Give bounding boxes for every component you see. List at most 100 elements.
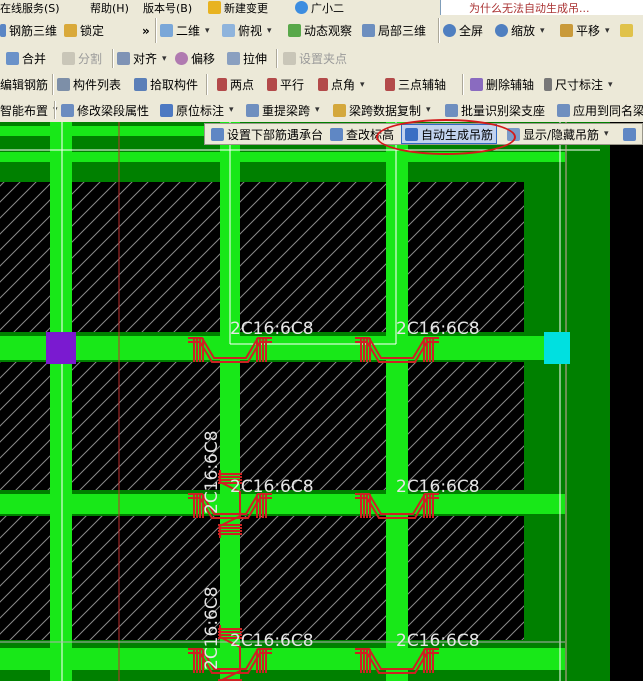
hanger-icon (405, 127, 418, 141)
fullscreen-button[interactable]: 全屏 (443, 15, 483, 46)
menu-assistant[interactable]: 广小二 (295, 0, 344, 15)
menu-help[interactable]: 帮助(H) (90, 0, 129, 15)
local-3d-button[interactable]: 局部三维 (362, 15, 426, 46)
orbit-icon (288, 24, 301, 37)
merge-icon (6, 52, 19, 65)
dynamic-view-button[interactable]: 动态观察 (288, 15, 352, 46)
two-points-button[interactable]: 两点 (217, 71, 254, 98)
parallel-icon (267, 78, 277, 91)
auto-generate-hanger-label: 自动生成吊筋 (421, 127, 494, 142)
show-hide-hanger-dropdown[interactable]: 显示/隐藏吊筋 (507, 124, 609, 144)
list-icon (57, 78, 70, 91)
align-dropdown[interactable]: 对齐 (117, 46, 167, 71)
zoom-label: 缩放 (511, 24, 536, 38)
question-box[interactable]: 为什么无法自动生成吊... (440, 0, 643, 15)
plan-drawing[interactable]: 2C16:6C8 2C16:6C8 2C16:6C8 2C16:6C8 2C16… (0, 122, 610, 681)
steel-3d-button[interactable]: 钢筋三维 (0, 15, 57, 46)
more-options-button[interactable] (623, 124, 636, 144)
span-copy-dropdown[interactable]: 梁跨数据复制 (333, 98, 431, 122)
merge-label: 合并 (22, 52, 47, 66)
menu-help-label: 帮助(H) (90, 1, 129, 15)
view-2d-label: 二维 (176, 24, 201, 38)
edit-rebar-button[interactable]: 编辑钢筋 (0, 71, 48, 98)
re-span-dropdown[interactable]: 重提梁跨 (246, 98, 320, 122)
rebar-label: 2C16:6C8 (230, 477, 314, 497)
local-3d-icon (362, 24, 375, 37)
elevation-icon (330, 127, 343, 141)
grip-icon (283, 52, 296, 65)
two-points-label: 两点 (230, 78, 255, 92)
pick-component-button[interactable]: 拾取构件 (134, 71, 198, 98)
modify-beam-attr-label: 修改梁段属性 (77, 103, 150, 118)
two-points-icon (217, 78, 227, 91)
apply-same-name-button[interactable]: 应用到同名梁 (557, 98, 643, 122)
set-bottom-rebar-button[interactable]: 设置下部筋遇承台 (211, 124, 323, 144)
zoom-dropdown[interactable]: 缩放 (495, 15, 545, 46)
top-view-dropdown[interactable]: 俯视 (222, 15, 272, 46)
dynamic-view-label: 动态观察 (304, 24, 353, 38)
toolbar-overflow-button[interactable]: » (142, 15, 150, 46)
three-point-aux-button[interactable]: 三点辅轴 (385, 71, 446, 98)
toolbar-separator (155, 18, 157, 43)
three-point-aux-label: 三点辅轴 (398, 78, 447, 92)
component-list-label: 构件列表 (73, 78, 122, 92)
dimension-dropdown[interactable]: 尺寸标注 (544, 71, 613, 98)
visibility-icon (507, 127, 520, 141)
menu-version[interactable]: 版本号(B) (143, 0, 192, 15)
refresh-button[interactable] (620, 15, 633, 46)
identify-icon (445, 103, 458, 117)
pick-icon (134, 78, 147, 91)
align-icon (117, 52, 130, 65)
menu-bar: 在线服务(S) 帮助(H) 版本号(B) 新建变更 广小二 为什么无法自动生成吊… (0, 0, 643, 15)
column-left[interactable] (46, 332, 76, 364)
angle-icon (318, 78, 328, 91)
overflow-label: » (142, 23, 150, 38)
dimension-icon (544, 78, 552, 91)
column-right[interactable] (544, 332, 570, 364)
check-elevation-button[interactable]: 查改标高 (330, 124, 394, 144)
delete-aux-button[interactable]: 删除辅轴 (470, 71, 534, 98)
batch-identify-button[interactable]: 批量识别梁支座 (445, 98, 545, 122)
beam-attr-icon (61, 103, 74, 117)
toolbar-separator (52, 74, 54, 95)
smart-layout-dropdown[interactable]: 智能布置 (0, 98, 58, 122)
drawing-canvas[interactable]: 2C16:6C8 2C16:6C8 2C16:6C8 2C16:6C8 2C16… (0, 122, 610, 681)
toolbar-separator (462, 74, 464, 95)
rebar-label: 2C16:6C8 (396, 319, 480, 339)
split-button[interactable]: 分割 (62, 46, 102, 71)
change-icon (208, 1, 221, 14)
component-list-button[interactable]: 构件列表 (57, 71, 121, 98)
set-bottom-rebar-label: 设置下部筋遇承台 (227, 127, 324, 142)
modify-beam-attr-button[interactable]: 修改梁段属性 (61, 98, 149, 122)
parallel-button[interactable]: 平行 (267, 71, 304, 98)
point-angle-dropdown[interactable]: 点角 (318, 71, 365, 98)
rebar-label-vertical: 2C16:6C8 (202, 586, 222, 670)
menu-new-change[interactable]: 新建变更 (208, 0, 268, 15)
menu-online-service[interactable]: 在线服务(S) (0, 0, 60, 15)
three-point-icon (385, 78, 395, 91)
set-grip-button[interactable]: 设置夹点 (283, 46, 347, 71)
lock-button[interactable]: 锁定 (64, 15, 104, 46)
view-2d-dropdown[interactable]: 二维 (160, 15, 210, 46)
refresh-icon (620, 24, 633, 37)
menu-new-change-label: 新建变更 (224, 1, 268, 15)
magnifier-icon (443, 24, 456, 37)
auto-generate-hanger-button[interactable]: 自动生成吊筋 (401, 124, 498, 144)
toolbar-separator (206, 74, 208, 95)
pan-dropdown[interactable]: 平移 (560, 15, 610, 46)
parallel-label: 平行 (280, 78, 305, 92)
apply-icon (557, 103, 570, 117)
zoom-icon (495, 24, 508, 37)
offset-button[interactable]: 偏移 (175, 46, 215, 71)
merge-button[interactable]: 合并 (6, 46, 46, 71)
eraser-icon (470, 78, 483, 91)
options-icon (623, 127, 636, 141)
rebar-label: 2C16:6C8 (396, 631, 480, 651)
pan-label: 平移 (576, 24, 601, 38)
in-place-label-dropdown[interactable]: 原位标注 (160, 98, 234, 122)
menu-assistant-label: 广小二 (311, 1, 344, 15)
align-label: 对齐 (133, 52, 158, 66)
question-text: 为什么无法自动生成吊... (469, 1, 590, 15)
menu-version-label: 版本号(B) (143, 1, 193, 15)
stretch-button[interactable]: 拉伸 (227, 46, 267, 71)
